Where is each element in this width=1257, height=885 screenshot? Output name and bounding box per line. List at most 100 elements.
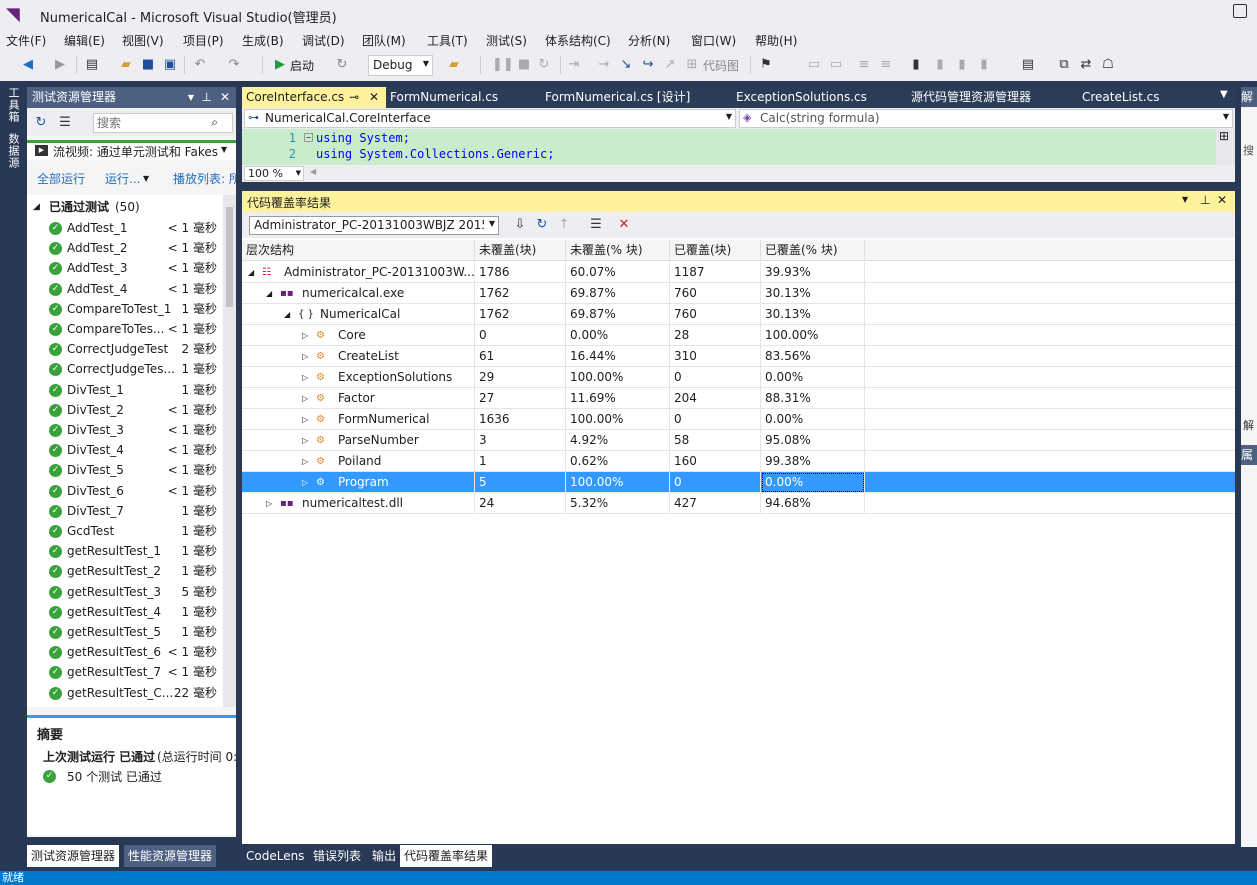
test-row[interactable]: ✓ DivTest_4 < 1 毫秒 — [27, 440, 223, 460]
tab-overflow-icon[interactable]: ▼ — [1220, 89, 1228, 100]
show-next-icon[interactable]: → — [596, 57, 612, 73]
new-project-icon[interactable]: ▤ — [84, 57, 100, 73]
undo-icon[interactable]: ↶ — [192, 57, 208, 73]
uncomment-icon[interactable]: ▭ — [828, 57, 844, 73]
document-outline-icon[interactable]: ▤ — [1020, 57, 1036, 73]
datasource-tab[interactable]: 数据源 — [5, 133, 21, 169]
close-icon[interactable]: ✕ — [220, 87, 230, 108]
coverage-row[interactable]: ◢ ▪▪ numericalcal.exe 1762 69.87% 760 30.13% — [242, 283, 1235, 304]
menu-item-9[interactable]: 体系结构(C) — [545, 32, 611, 49]
debug-options-icon[interactable]: ⚑ — [758, 57, 774, 73]
test-row[interactable]: ✓ DivTest_3 < 1 毫秒 — [27, 420, 223, 440]
search-icon[interactable]: ⌕ — [211, 115, 218, 130]
menu-item-3[interactable]: 项目(P) — [183, 32, 224, 49]
pin-icon[interactable]: ⊥ — [1200, 193, 1210, 207]
test-row[interactable]: ✓ CorrectJudgeTes... 1 毫秒 — [27, 359, 223, 379]
test-row[interactable]: ✓ getResultTest_6 < 1 毫秒 — [27, 642, 223, 662]
step-into-icon[interactable]: ↘ — [618, 57, 634, 73]
menu-item-0[interactable]: 文件(F) — [6, 32, 46, 49]
test-row[interactable]: ✓ DivTest_2 < 1 毫秒 — [27, 400, 223, 420]
save-all-icon[interactable]: ▣ — [162, 57, 178, 73]
tab-formnumerical-designer[interactable]: FormNumerical.cs [设计] — [541, 87, 690, 108]
find-icon[interactable]: ▰ — [446, 57, 462, 73]
coverage-row[interactable]: ▷ ⚙ ParseNumber 3 4.92% 58 95.08% — [242, 430, 1235, 451]
solution-explorer-tab[interactable]: 解 — [1241, 87, 1257, 107]
bookmark-icon[interactable]: ▮ — [908, 57, 924, 73]
refresh-tests-icon[interactable]: ↻ — [33, 115, 49, 131]
prev-bookmark-icon[interactable]: ▮ — [932, 57, 948, 73]
pin-icon[interactable]: ⊥ — [202, 87, 212, 108]
tab-coreinterface[interactable]: CoreInterface.cs ⊸ ✕ — [242, 87, 386, 108]
split-icon[interactable]: ⊞ — [1219, 129, 1229, 143]
playlist-link[interactable]: 播放列表: 所 — [173, 169, 236, 189]
col-uncovered-blocks[interactable]: 未覆盖(块) — [475, 240, 566, 261]
tab-formnumerical[interactable]: FormNumerical.cs — [386, 87, 498, 108]
coverage-row[interactable]: ▷ ⚙ ExceptionSolutions 29 100.00% 0 0.00% — [242, 367, 1235, 388]
coverage-row[interactable]: ▷ ⚙ Program 5 100.00% 0 0.00% — [242, 472, 1235, 493]
hscroll-left-icon[interactable]: ◀ — [310, 167, 316, 176]
expand-icon[interactable]: ▷ — [302, 472, 308, 493]
next-bookmark-icon[interactable]: ▮ — [954, 57, 970, 73]
tab-error-list[interactable]: 错误列表 — [309, 845, 365, 867]
group-header[interactable]: ◢ 已通过测试 (50) — [27, 197, 223, 217]
type-dropdown[interactable]: ⊶ NumericalCal.CoreInterface ▼ — [244, 109, 736, 128]
start-label[interactable]: 启动 — [290, 57, 314, 74]
test-row[interactable]: ✓ getResultTest_1 1 毫秒 — [27, 541, 223, 561]
test-row[interactable]: ✓ AddTest_4 < 1 毫秒 — [27, 279, 223, 299]
coverage-row[interactable]: ▷ ⚙ FormNumerical 1636 100.00% 0 0.00% — [242, 409, 1235, 430]
tab-output[interactable]: 输出 — [368, 845, 400, 867]
search-box[interactable]: ⌕ — [93, 113, 233, 133]
collapse-icon[interactable]: − — [304, 133, 313, 142]
panel-menu-icon[interactable]: ▼ — [1182, 195, 1188, 204]
expand-icon[interactable]: ▷ — [302, 451, 308, 472]
expand-icon[interactable]: ◢ — [266, 283, 272, 304]
test-row[interactable]: ✓ AddTest_3 < 1 毫秒 — [27, 258, 223, 278]
tab-codelens[interactable]: CodeLens — [242, 845, 308, 867]
clear-bookmark-icon[interactable]: ▮ — [976, 57, 992, 73]
export-results-icon[interactable]: ↑ — [556, 217, 572, 233]
coverage-row[interactable]: ▷ ⚙ Factor 27 11.69% 204 88.31% — [242, 388, 1235, 409]
test-row[interactable]: ✓ DivTest_5 < 1 毫秒 — [27, 460, 223, 480]
forward-icon[interactable]: ▶ — [52, 57, 68, 73]
step-icon[interactable]: ⇥ — [566, 57, 582, 73]
promo-text[interactable]: 流视频: 通过单元测试和 Fakes — [53, 143, 218, 161]
test-row[interactable]: ✓ AddTest_1 < 1 毫秒 — [27, 218, 223, 238]
step-out-icon[interactable]: ↗ — [662, 57, 678, 73]
tab-createlist[interactable]: CreateList.cs — [1078, 87, 1160, 108]
server-explorer-icon[interactable]: ☖ — [1100, 57, 1116, 73]
expand-icon[interactable]: ▷ — [302, 430, 308, 451]
close-icon[interactable]: ✕ — [369, 87, 379, 108]
test-row[interactable]: ✓ getResultTest_7 < 1 毫秒 — [27, 662, 223, 682]
search-input[interactable] — [94, 114, 204, 132]
scrollbar-thumb[interactable] — [226, 207, 233, 307]
test-row[interactable]: ✓ getResultTest_C... 22 毫秒 — [27, 683, 223, 703]
menu-item-4[interactable]: 生成(B) — [242, 32, 284, 49]
restart-icon[interactable]: ↻ — [334, 57, 350, 73]
feedback-icon[interactable] — [1233, 4, 1247, 18]
tab-test-explorer[interactable]: 测试资源管理器 — [27, 845, 120, 867]
outdent-icon[interactable]: ≡ — [878, 57, 894, 73]
menu-item-10[interactable]: 分析(N) — [628, 32, 670, 49]
tab-performance-explorer[interactable]: 性能资源管理器 — [124, 845, 217, 867]
back-icon[interactable]: ◀ — [20, 57, 36, 73]
tab-code-coverage[interactable]: 代码覆盖率结果 — [400, 845, 493, 867]
close-icon[interactable]: ✕ — [1217, 193, 1227, 207]
menu-item-6[interactable]: 团队(M) — [362, 32, 406, 49]
chevron-down-icon[interactable]: ▼ — [143, 169, 149, 189]
solution-icon[interactable]: ⧉ — [1056, 57, 1072, 73]
config-select[interactable]: Debug ▼ — [368, 55, 433, 76]
menu-item-2[interactable]: 视图(V) — [122, 32, 164, 49]
import-results-icon[interactable]: ⇩ — [512, 217, 528, 233]
promo-row[interactable]: ▶ 流视频: 通过单元测试和 Fakes ▼ — [27, 140, 236, 160]
step-over-icon[interactable]: ↪ — [640, 57, 656, 73]
col-covered-blocks[interactable]: 已覆盖(块) — [670, 240, 761, 261]
properties-tab[interactable]: 属 — [1241, 445, 1257, 465]
coverage-run-select[interactable]: Administrator_PC-20131003WBJZ 2015- ▼ — [249, 216, 499, 235]
test-row[interactable]: ✓ DivTest_7 1 毫秒 — [27, 501, 223, 521]
test-row[interactable]: ✓ AddTest_2 < 1 毫秒 — [27, 238, 223, 258]
coverage-row[interactable]: ▷ ⚙ Core 0 0.00% 28 100.00% — [242, 325, 1235, 346]
pin-icon[interactable]: ⊸ — [349, 87, 359, 108]
expand-icon[interactable]: ▷ — [302, 388, 308, 409]
code-map-label[interactable]: 代码图 — [703, 57, 739, 74]
collapse-icon[interactable]: ◢ — [33, 197, 40, 217]
